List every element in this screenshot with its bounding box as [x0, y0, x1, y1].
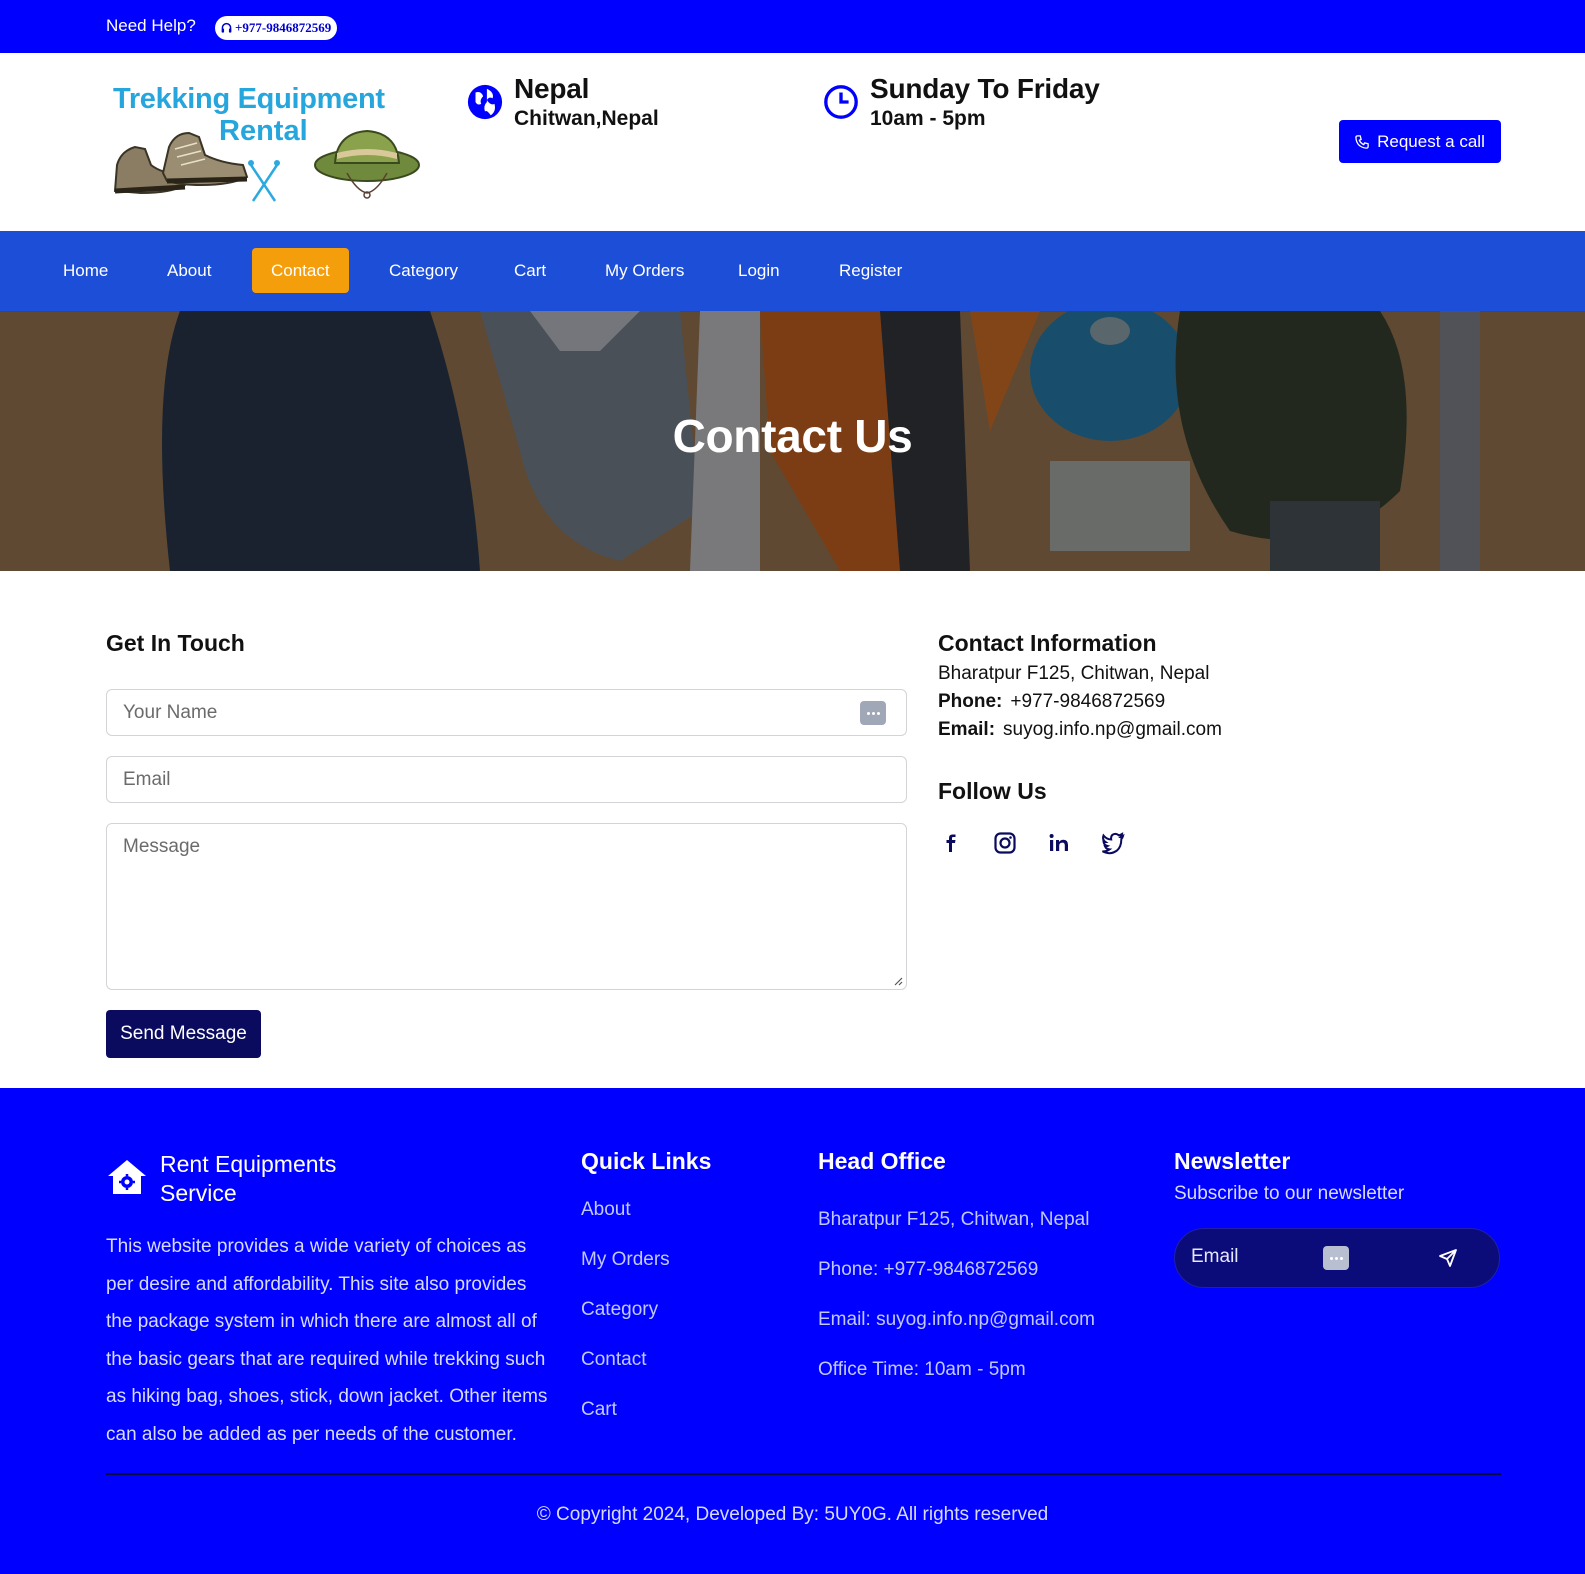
footer-brand-line2: Service: [160, 1180, 237, 1206]
top-bar: Need Help? +977-9846872569: [0, 0, 1585, 53]
hours-info: Sunday To Friday 10am - 5pm: [822, 73, 1100, 131]
send-icon[interactable]: [1437, 1247, 1459, 1269]
hero-title: Contact Us: [672, 410, 913, 462]
location-info: Nepal Chitwan,Nepal: [466, 73, 659, 131]
name-placeholder: Your Name: [123, 702, 218, 723]
contact-phone-row: Phone: +977-9846872569: [938, 691, 1498, 713]
facebook-icon[interactable]: [938, 830, 964, 856]
footer-link-my-orders[interactable]: My Orders: [581, 1247, 711, 1297]
clock-icon: [824, 85, 858, 119]
main-nav: Home About Contact Category Cart My Orde…: [0, 231, 1585, 311]
phone-label: Phone:: [938, 691, 1003, 712]
newsletter-placeholder: Email: [1191, 1246, 1239, 1267]
nav-my-orders[interactable]: My Orders: [586, 248, 703, 293]
headset-icon: [221, 22, 232, 33]
head-office-phone: Phone: +977-9846872569: [818, 1259, 1039, 1280]
contact-form: Get In Touch Your Name Email Message Sen…: [106, 630, 907, 1058]
follow-heading: Follow Us: [938, 778, 1047, 804]
instagram-icon[interactable]: [992, 830, 1018, 856]
head-office: Head Office Bharatpur F125, Chitwan, Nep…: [818, 1148, 1095, 1407]
twitter-icon[interactable]: [1100, 830, 1126, 856]
quick-links: Quick Links About My Orders Category Con…: [581, 1148, 711, 1447]
nav-login[interactable]: Login: [719, 248, 799, 293]
send-message-button[interactable]: Send Message: [106, 1010, 261, 1058]
form-heading: Get In Touch: [106, 630, 245, 656]
site-header: Trekking Equipment Rental Nepal Chitwan,…: [0, 53, 1585, 231]
location-sub: Chitwan,Nepal: [514, 107, 659, 130]
footer-brand-line1: Rent Equipments: [160, 1151, 337, 1177]
newsletter-email-input[interactable]: Email: [1174, 1228, 1500, 1288]
autofill-icon[interactable]: [860, 701, 886, 725]
nav-contact[interactable]: Contact: [252, 248, 349, 293]
newsletter-heading: Newsletter: [1174, 1148, 1291, 1174]
footer-divider: [106, 1473, 1501, 1475]
head-office-address: Bharatpur F125, Chitwan, Nepal: [818, 1209, 1090, 1230]
nav-about[interactable]: About: [148, 248, 230, 293]
copyright-text: © Copyright 2024, Developed By: 5UY0G. A…: [536, 1504, 1049, 1525]
contact-email-row: Email: suyog.info.np@gmail.com: [938, 719, 1498, 741]
phone-icon: [1355, 134, 1369, 149]
quick-links-heading: Quick Links: [581, 1148, 712, 1174]
nav-home[interactable]: Home: [44, 248, 127, 293]
name-input[interactable]: Your Name: [106, 689, 907, 736]
topbar-phone: +977-9846872569: [235, 20, 332, 35]
need-help-text: Need Help?: [106, 16, 196, 35]
head-office-email: Email: suyog.info.np@gmail.com: [818, 1309, 1095, 1330]
contact-info: Contact Information Bharatpur F125, Chit…: [938, 630, 1498, 855]
email-placeholder: Email: [123, 769, 171, 790]
logo-illustration: [113, 129, 420, 202]
site-logo[interactable]: Trekking Equipment Rental: [111, 81, 427, 205]
contact-phone: +977-9846872569: [1010, 691, 1166, 712]
nav-cart[interactable]: Cart: [495, 248, 565, 293]
message-textarea[interactable]: Message: [106, 823, 907, 990]
head-office-time: Office Time: 10am - 5pm: [818, 1359, 1026, 1380]
email-label: Email:: [938, 719, 996, 740]
linkedin-icon[interactable]: [1046, 830, 1072, 856]
topbar-phone-link[interactable]: +977-9846872569: [215, 16, 338, 40]
email-input[interactable]: Email: [106, 756, 907, 803]
request-call-label: Request a call: [1377, 131, 1485, 151]
footer-description: This website provides a wide variety of …: [106, 1236, 548, 1445]
globe-icon: [467, 84, 503, 120]
social-links: [938, 830, 1126, 856]
newsletter: Newsletter Subscribe to our newsletter E…: [1174, 1148, 1501, 1288]
footer-link-category[interactable]: Category: [581, 1297, 711, 1347]
contact-info-heading: Contact Information: [938, 630, 1157, 656]
hours-title: Sunday To Friday: [870, 73, 1100, 104]
request-call-button[interactable]: Request a call: [1339, 120, 1501, 163]
footer-link-about[interactable]: About: [581, 1197, 711, 1247]
site-footer: Rent Equipments Service This website pro…: [0, 1088, 1585, 1574]
contact-address: Bharatpur F125, Chitwan, Nepal: [938, 663, 1210, 684]
footer-link-contact[interactable]: Contact: [581, 1347, 711, 1397]
location-title: Nepal: [514, 73, 590, 104]
message-placeholder: Message: [123, 836, 201, 857]
hours-sub: 10am - 5pm: [870, 107, 986, 130]
autofill-icon[interactable]: [1323, 1246, 1349, 1270]
nav-category[interactable]: Category: [370, 248, 477, 293]
head-office-heading: Head Office: [818, 1148, 946, 1174]
footer-link-cart[interactable]: Cart: [581, 1397, 711, 1447]
newsletter-subtitle: Subscribe to our newsletter: [1174, 1183, 1405, 1204]
resize-handle-icon[interactable]: [893, 976, 903, 986]
hero-banner: Contact Us: [0, 311, 1585, 571]
footer-brand: Rent Equipments Service: [106, 1150, 360, 1208]
nav-register[interactable]: Register: [820, 248, 921, 293]
contact-email: suyog.info.np@gmail.com: [1003, 719, 1222, 740]
house-gear-icon: [108, 1160, 146, 1194]
